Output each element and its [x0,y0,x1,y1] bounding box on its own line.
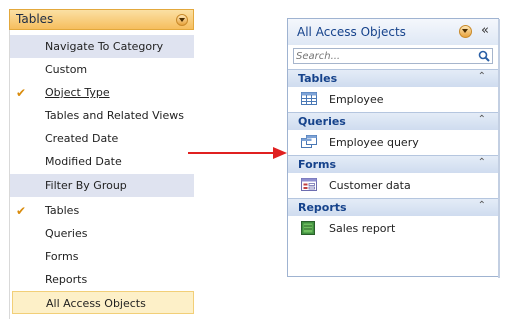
menu-item-label: Modified Date [45,155,122,168]
collapse-pane-icon[interactable]: « [481,23,489,38]
search-input[interactable] [296,49,471,63]
menu-item-tables-and-related-views[interactable]: Tables and Related Views [10,104,194,127]
menu-item-label: Forms [45,250,79,263]
search-icon[interactable] [478,50,490,62]
menu-header-title: Tables [16,12,54,26]
menu-item-label: Custom [45,63,88,76]
group-header-forms[interactable]: Forms ⌃ [288,155,498,173]
menu-section-navigate-to-category: Navigate To Category [10,35,194,58]
menu-item-label: All Access Objects [46,297,146,310]
menu-header[interactable]: Tables [9,9,194,30]
menu-item-custom[interactable]: Custom [10,58,194,81]
menu-item-reports[interactable]: Reports [10,268,194,291]
menu-item-all-access-objects[interactable]: All Access Objects [12,291,194,314]
object-label: Sales report [329,222,396,235]
object-label: Customer data [329,179,411,192]
group-label: Reports [298,201,347,214]
object-customer-data[interactable]: Customer data [288,174,498,196]
report-icon [301,221,315,235]
menu-item-object-type[interactable]: ✔ Object Type [10,81,194,104]
pointer-arrow-icon [188,147,287,159]
search-box [293,48,493,64]
checkmark-icon: ✔ [16,204,27,218]
menu-item-label: Created Date [45,132,119,145]
pane-border [498,19,500,278]
navigation-options-menu: Tables Navigate To Category Custom ✔ Obj… [9,9,194,319]
object-employee-query[interactable]: Employee query [288,131,498,153]
nav-pane-title: All Access Objects [297,25,406,39]
collapse-group-icon[interactable]: ⌃ [478,71,486,82]
collapse-group-icon[interactable]: ⌃ [478,200,486,211]
group-header-reports[interactable]: Reports ⌃ [288,198,498,216]
object-label: Employee query [329,136,419,149]
checkmark-icon: ✔ [16,86,27,100]
group-label: Queries [298,115,346,128]
group-label: Tables [298,72,338,85]
menu-item-modified-date[interactable]: Modified Date [10,150,194,173]
table-icon [301,92,317,105]
form-icon [301,178,317,191]
object-label: Employee [329,93,384,106]
menu-section-label: Navigate To Category [45,40,164,53]
menu-item-created-date[interactable]: Created Date [10,127,194,150]
menu-item-queries[interactable]: Queries [10,222,194,245]
menu-item-label: Tables [45,204,80,217]
collapse-group-icon[interactable]: ⌃ [478,114,486,125]
group-header-tables[interactable]: Tables ⌃ [288,69,498,87]
menu-item-label: Reports [45,273,88,286]
dropdown-arrow-icon[interactable] [459,25,472,38]
nav-pane-title-bar[interactable]: All Access Objects « [288,19,498,45]
menu-section-label: Filter By Group [45,179,127,192]
navigation-pane: All Access Objects « Tables ⌃ Employee Q… [287,18,500,278]
collapse-group-icon[interactable]: ⌃ [478,157,486,168]
group-header-queries[interactable]: Queries ⌃ [288,112,498,130]
group-label: Forms [298,158,337,171]
menu-item-label: Tables and Related Views [45,109,184,122]
menu-item-tables[interactable]: ✔ Tables [10,199,194,222]
object-sales-report[interactable]: Sales report [288,217,498,239]
query-icon [301,135,317,148]
menu-item-forms[interactable]: Forms [10,245,194,268]
menu-item-label: Queries [45,227,88,240]
dropdown-arrow-icon[interactable] [176,14,188,26]
object-employee[interactable]: Employee [288,88,498,110]
menu-item-label: Object Type [45,86,110,99]
menu-section-filter-by-group: Filter By Group [10,174,194,197]
